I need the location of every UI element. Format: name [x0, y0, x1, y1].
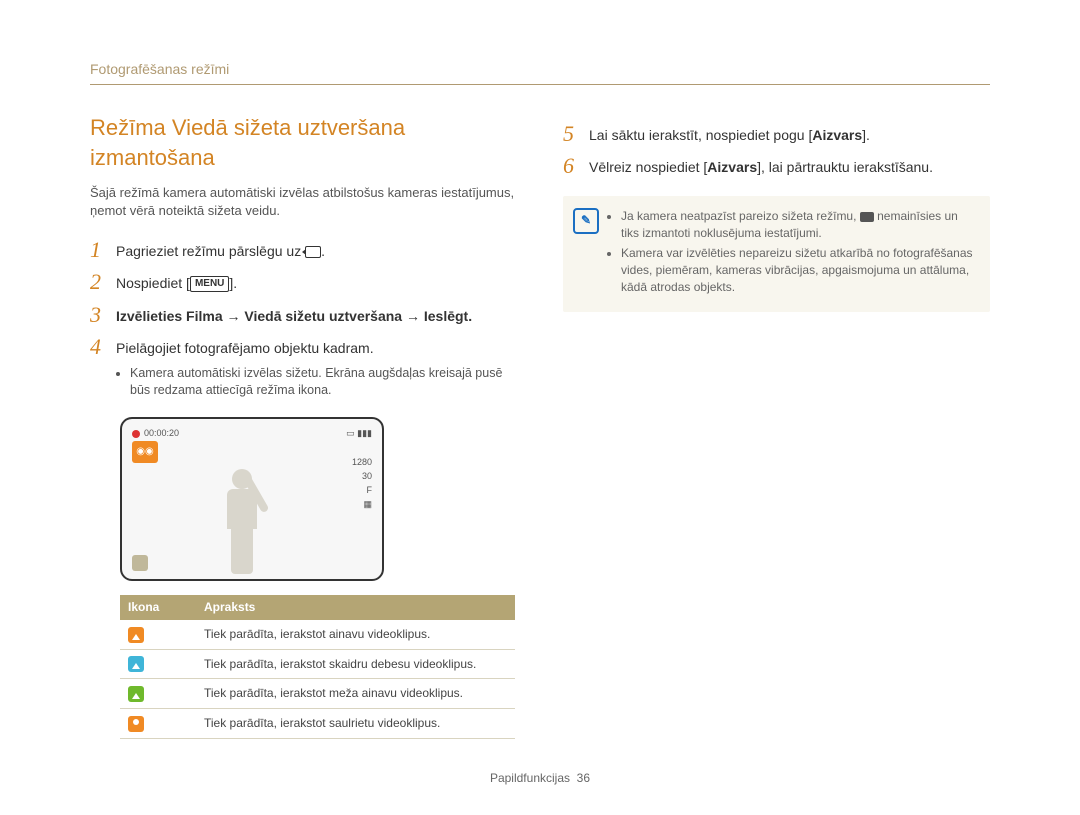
- smart-mode-icon: [860, 212, 874, 222]
- step-5-a: Lai sāktu ierakstīt, nospiediet pogu [: [589, 127, 812, 143]
- step-2-text-b: ].: [229, 275, 237, 291]
- step-5-b: Aizvars: [812, 127, 862, 143]
- step-6: 6 Vēlreiz nospiediet [Aizvars], lai pārt…: [563, 155, 990, 178]
- row-3-desc: Tiek parādīta, ierakstot saulrietu video…: [196, 709, 515, 739]
- step-4: 4 Pielāgojiet fotografējamo objektu kadr…: [90, 336, 517, 403]
- row-2-desc: Tiek parādīta, ierakstot meža ainavu vid…: [196, 679, 515, 709]
- breadcrumb: Fotografēšanas režīmi: [90, 60, 990, 85]
- step-6-c: ], lai pārtrauktu ierakstīšanu.: [757, 159, 933, 175]
- landscape-icon: [128, 627, 144, 643]
- menu-button-label: MENU: [190, 276, 229, 292]
- step-4-bullet: Kamera automātiski izvēlas sižetu. Ekrān…: [130, 365, 517, 400]
- note-1: Ja kamera neatpazīst pareizo sižeta režī…: [621, 208, 976, 242]
- step-2: 2 Nospiediet [MENU].: [90, 271, 517, 294]
- step-3-text: Izvēlieties Filma → Viedā sižetu uztverš…: [116, 308, 472, 324]
- step-5: 5 Lai sāktu ierakstīt, nospiediet pogu […: [563, 123, 990, 146]
- info-note: ✎ Ja kamera neatpazīst pareizo sižeta re…: [563, 196, 990, 312]
- record-dot-icon: [132, 430, 140, 438]
- battery-icon: ▭ ▮▮▮: [346, 427, 372, 440]
- step-4-text: Pielāgojiet fotografējamo objektu kadram…: [116, 340, 374, 356]
- stabilization-icon: [132, 555, 148, 571]
- page-title: Režīma Viedā sižeta uztveršana izmantoša…: [90, 113, 517, 175]
- sunset-icon: [128, 716, 144, 732]
- intro-text: Šajā režīmā kamera automātiski izvēlas a…: [90, 184, 517, 220]
- scene-icons-table: Ikona Apraksts Tiek parādīta, ierakstot …: [120, 595, 515, 739]
- step-2-text-a: Nospiediet [: [116, 275, 190, 291]
- step-number: 2: [90, 271, 116, 293]
- step-number: 5: [563, 123, 589, 145]
- scene-mode-badge: ◉◉: [132, 441, 158, 463]
- table-row: Tiek parādīta, ierakstot meža ainavu vid…: [120, 679, 515, 709]
- subject-silhouette: [212, 469, 272, 579]
- table-row: Tiek parādīta, ierakstot skaidru debesu …: [120, 649, 515, 679]
- row-0-desc: Tiek parādīta, ierakstot ainavu videokli…: [196, 620, 515, 649]
- forest-icon: [128, 686, 144, 702]
- footer-page: 36: [577, 771, 590, 785]
- preview-right-indicators: 128030F▦: [352, 455, 372, 511]
- step-6-b: Aizvars: [707, 159, 757, 175]
- page-footer: Papildfunkcijas 36: [0, 770, 1080, 787]
- note-1-a: Ja kamera neatpazīst pareizo sižeta režī…: [621, 209, 860, 223]
- th-icon: Ikona: [120, 595, 196, 620]
- video-mode-icon: [305, 246, 321, 258]
- footer-label: Papildfunkcijas: [490, 771, 570, 785]
- camera-preview: 00:00:20 ▭ ▮▮▮ ◉◉ 128030F▦: [120, 417, 384, 581]
- step-number: 4: [90, 336, 116, 358]
- step-number: 3: [90, 304, 116, 326]
- row-1-desc: Tiek parādīta, ierakstot skaidru debesu …: [196, 649, 515, 679]
- info-icon: ✎: [573, 208, 599, 234]
- table-row: Tiek parādīta, ierakstot saulrietu video…: [120, 709, 515, 739]
- note-2: Kamera var izvēlēties nepareizu sižetu a…: [621, 245, 976, 295]
- right-column: 5 Lai sāktu ierakstīt, nospiediet pogu […: [563, 113, 990, 739]
- preview-timer: 00:00:20: [144, 428, 179, 438]
- table-row: Tiek parādīta, ierakstot ainavu videokli…: [120, 620, 515, 649]
- step-3: 3 Izvēlieties Filma → Viedā sižetu uztve…: [90, 304, 517, 327]
- step-5-c: ].: [862, 127, 870, 143]
- th-desc: Apraksts: [196, 595, 515, 620]
- step-1: 1 Pagrieziet režīmu pārslēgu uz .: [90, 239, 517, 262]
- step-1-text: Pagrieziet režīmu pārslēgu uz: [116, 243, 305, 259]
- step-number: 1: [90, 239, 116, 261]
- step-6-a: Vēlreiz nospiediet [: [589, 159, 707, 175]
- left-column: Režīma Viedā sižeta uztveršana izmantoša…: [90, 113, 517, 739]
- sky-icon: [128, 656, 144, 672]
- step-number: 6: [563, 155, 589, 177]
